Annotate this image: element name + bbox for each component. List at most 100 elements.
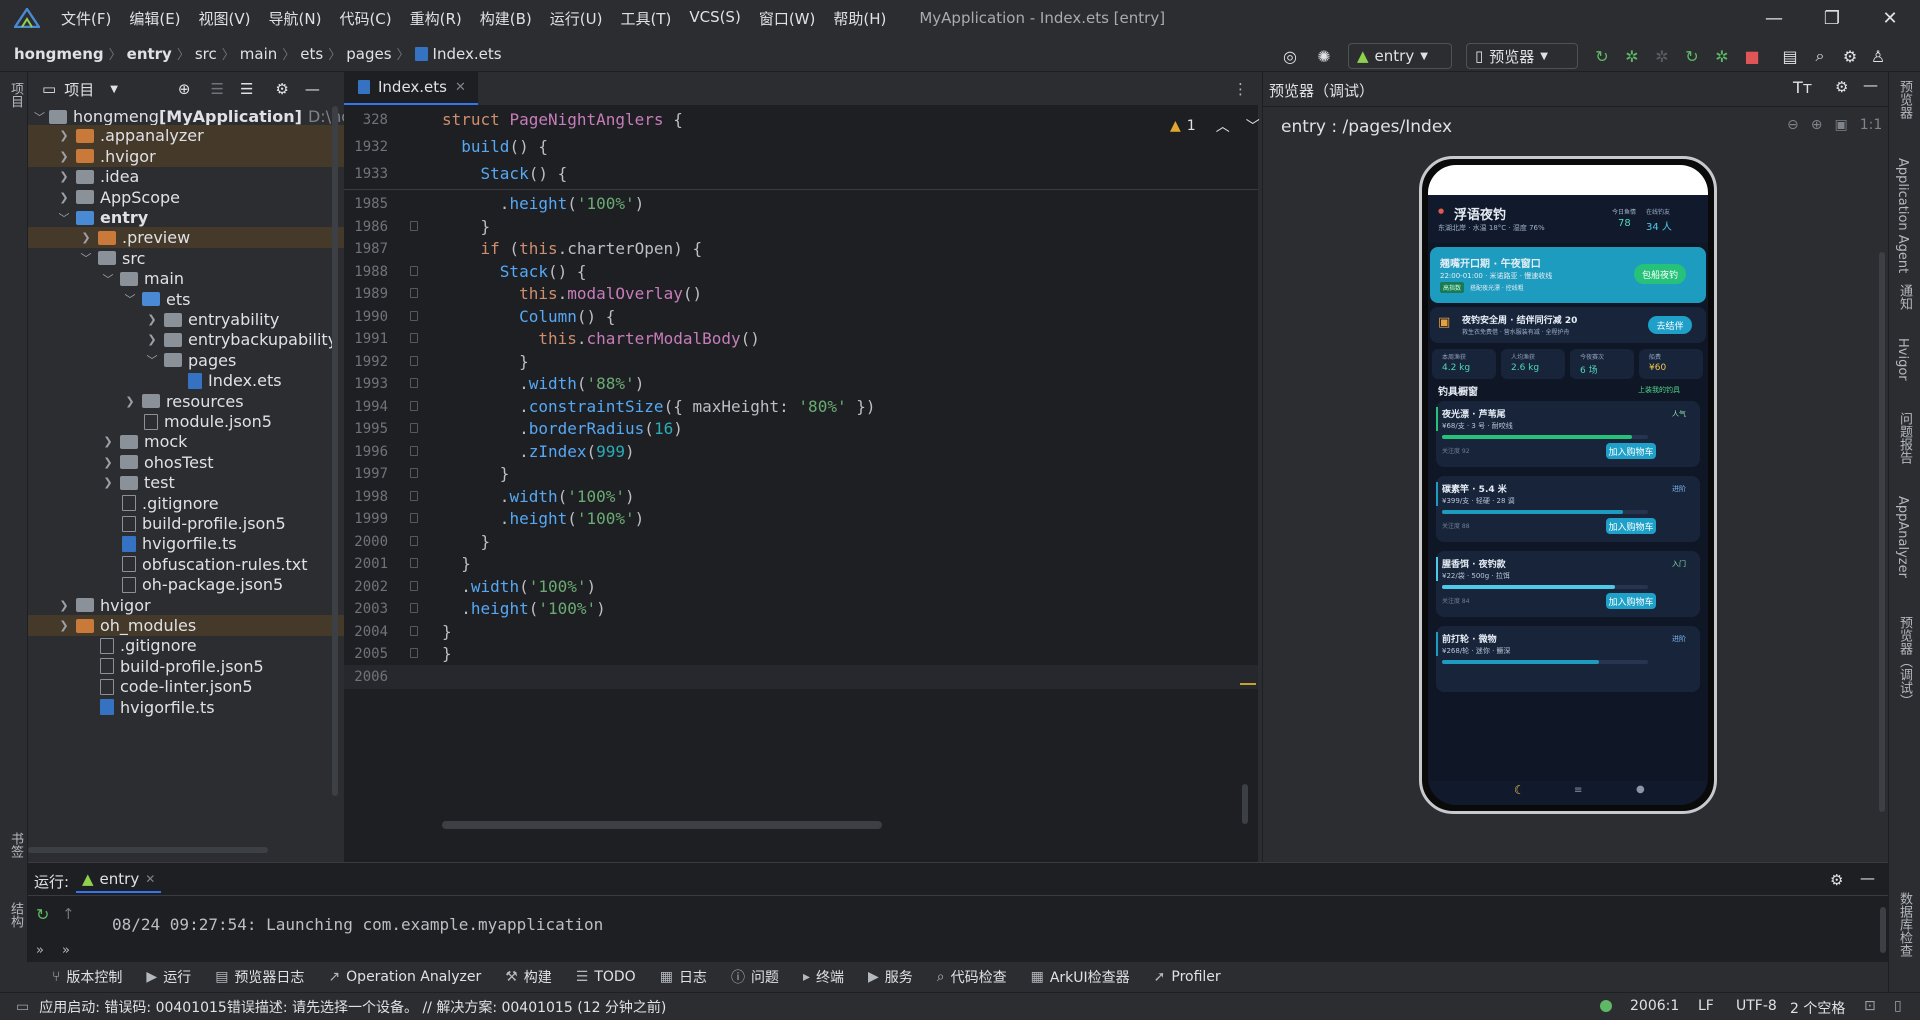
status-ok-icon[interactable]: [1600, 1000, 1612, 1012]
add-to-cart-button[interactable]: 加入购物车: [1606, 593, 1656, 609]
file-encoding[interactable]: UTF-8: [1736, 998, 1777, 1014]
fold-marker-icon[interactable]: [410, 648, 418, 658]
tree-row[interactable]: ❯ test: [28, 472, 344, 493]
minimize-button[interactable]: —: [1746, 0, 1802, 36]
actual-size-label[interactable]: 1:1: [1860, 117, 1883, 133]
sticky-code-line[interactable]: build() {: [442, 137, 548, 156]
breadcrumb-ets[interactable]: ets: [300, 45, 323, 63]
tab-index-ets[interactable]: Index.ets ✕: [344, 71, 478, 105]
close-tab-icon[interactable]: ✕: [455, 80, 466, 95]
tool-arkui-inspector[interactable]: ▦ ArkUI检查器: [1019, 967, 1142, 987]
chevron-right-icon[interactable]: ❯: [144, 333, 160, 346]
collapse-all-icon[interactable]: ☰: [240, 80, 253, 98]
tool-previewer-log[interactable]: ▤ 预览器日志: [203, 967, 316, 987]
previewer-debug-tool-tab[interactable]: 预览器（调试）: [1895, 616, 1914, 707]
tree-row[interactable]: ❯ entryability: [28, 309, 344, 330]
apply-changes-icon[interactable]: ↻: [1680, 44, 1704, 68]
add-to-cart-button[interactable]: 加入购物车: [1606, 518, 1656, 534]
find-partner-button[interactable]: 去结伴: [1648, 316, 1692, 334]
hide-panel-icon[interactable]: —: [305, 80, 320, 98]
expand-all-icon[interactable]: ☰: [210, 80, 223, 98]
previewer-tool-tab[interactable]: 预览器: [1895, 80, 1914, 119]
rerun-icon[interactable]: ↻: [1590, 44, 1614, 68]
tool-code-check[interactable]: ⌕ 代码检查: [925, 967, 1019, 987]
next-highlight-icon[interactable]: ﹀: [1246, 116, 1260, 136]
structure-tool-tab[interactable]: 结构: [6, 902, 25, 928]
close-window-button[interactable]: ✕: [1862, 0, 1918, 36]
tree-hscrollbar[interactable]: [28, 847, 268, 853]
editor-hscrollbar[interactable]: [442, 821, 882, 829]
chevron-down-icon[interactable]: ﹀: [122, 291, 138, 307]
menu-tools[interactable]: 工具(T): [611, 8, 680, 29]
tree-row[interactable]: oh-package.json5: [28, 574, 344, 595]
run-settings-icon[interactable]: ⚙: [1830, 871, 1843, 889]
attach-debugger-icon[interactable]: ✲: [1650, 44, 1674, 68]
tree-row[interactable]: ❯ .appanalyzer: [28, 125, 344, 147]
zoom-in-icon[interactable]: ⊕: [1811, 117, 1823, 133]
fold-marker-icon[interactable]: [410, 625, 418, 636]
charter-boat-button[interactable]: 包船夜钓: [1634, 264, 1686, 284]
tool-run[interactable]: ▶ 运行: [134, 967, 203, 987]
chevron-right-icon[interactable]: ❯: [56, 129, 72, 142]
fold-marker-icon[interactable]: [410, 535, 418, 546]
stop-icon[interactable]: ■: [1740, 44, 1764, 68]
hvigor-tool-tab[interactable]: Hvigor: [1895, 338, 1910, 381]
tree-scrollbar[interactable]: [332, 106, 338, 796]
bookmarks-tool-tab[interactable]: 书签: [6, 832, 25, 858]
tool-operation-analyzer[interactable]: ↗ Operation Analyzer: [316, 969, 493, 985]
run-scrollbar[interactable]: [1880, 907, 1886, 953]
user-icon[interactable]: ♙: [1866, 44, 1890, 68]
tree-row[interactable]: ❯ entrybackupability: [28, 329, 344, 350]
device-manager-icon[interactable]: ▤: [1778, 44, 1802, 68]
fold-marker-icon[interactable]: [410, 220, 418, 231]
fold-marker-icon[interactable]: [410, 490, 418, 501]
menu-build[interactable]: 构建(B): [471, 8, 541, 29]
caret-position[interactable]: 2006:1: [1630, 998, 1679, 1014]
fold-marker-icon[interactable]: [410, 513, 418, 523]
tree-row[interactable]: ﹀hongmeng [MyApplication]D:\hon: [28, 106, 361, 127]
tree-row[interactable]: ❯ .idea: [28, 166, 344, 187]
fold-marker-icon[interactable]: [410, 378, 418, 388]
project-panel-title[interactable]: 项目: [64, 79, 94, 100]
indent-setting[interactable]: 2 个空格: [1790, 998, 1845, 1018]
fold-marker-icon[interactable]: [410, 288, 418, 298]
zoom-out-icon[interactable]: ⊖: [1787, 117, 1799, 133]
notifications-tool-tab[interactable]: 通知: [1895, 284, 1914, 310]
device-dropdown[interactable]: ▯ 预览器 ▼: [1466, 43, 1578, 69]
sticky-code-line[interactable]: Stack() {: [442, 164, 568, 183]
shop-link[interactable]: 上装我的钓具: [1638, 385, 1680, 395]
prev-highlight-icon[interactable]: ︿: [1216, 116, 1230, 136]
tool-version-control[interactable]: ⑂ 版本控制: [40, 967, 134, 987]
tree-row[interactable]: ❯ .preview: [28, 227, 344, 249]
warning-stripe-marker[interactable]: [1240, 683, 1256, 685]
chevron-right-icon[interactable]: ❯: [56, 191, 72, 204]
tree-row[interactable]: ❯ mock: [28, 431, 344, 452]
close-run-tab-icon[interactable]: ✕: [145, 872, 155, 886]
more-tabs-icon[interactable]: ⋮: [1233, 80, 1248, 98]
tree-row[interactable]: ❯ AppScope: [28, 187, 344, 208]
chevron-right-icon[interactable]: ❯: [56, 150, 72, 163]
chevron-right-icon[interactable]: ❯: [100, 456, 116, 469]
chevron-right-icon[interactable]: ❯: [122, 395, 138, 408]
status-panel-icon[interactable]: ▭: [16, 999, 29, 1015]
application-agent-tool-tab[interactable]: Application Agent: [1895, 158, 1910, 273]
tree-row[interactable]: ❯ ohosTest: [28, 452, 344, 473]
chevron-right-icon[interactable]: ❯: [56, 170, 72, 183]
tree-row[interactable]: ﹀ main: [28, 268, 344, 289]
appanalyzer-tool-tab[interactable]: AppAnalyzer: [1895, 496, 1910, 578]
chevron-down-icon[interactable]: ﹀: [78, 250, 94, 266]
breadcrumb-pages[interactable]: pages: [346, 45, 391, 63]
tool-todo[interactable]: ☰ TODO: [564, 969, 648, 985]
tool-terminal[interactable]: ▸ 终端: [791, 967, 856, 987]
tree-row[interactable]: build-profile.json5: [28, 513, 344, 534]
menu-file[interactable]: 文件(F): [52, 8, 120, 29]
status-message[interactable]: 应用启动: 错误码: 00401015错误描述: 请先选择一个设备。 // 解决…: [39, 997, 666, 1017]
tree-row[interactable]: Index.ets: [28, 370, 344, 391]
tree-row[interactable]: ❯ hvigor: [28, 595, 344, 616]
fold-marker-icon[interactable]: [410, 603, 418, 613]
tree-row[interactable]: .gitignore: [28, 635, 344, 656]
problem-report-tool-tab[interactable]: 问题报告: [1895, 412, 1914, 464]
previewer-scrollbar[interactable]: [1879, 252, 1885, 812]
mic-icon[interactable]: ●: [1636, 784, 1645, 795]
search-icon[interactable]: ⌕: [1808, 44, 1832, 68]
